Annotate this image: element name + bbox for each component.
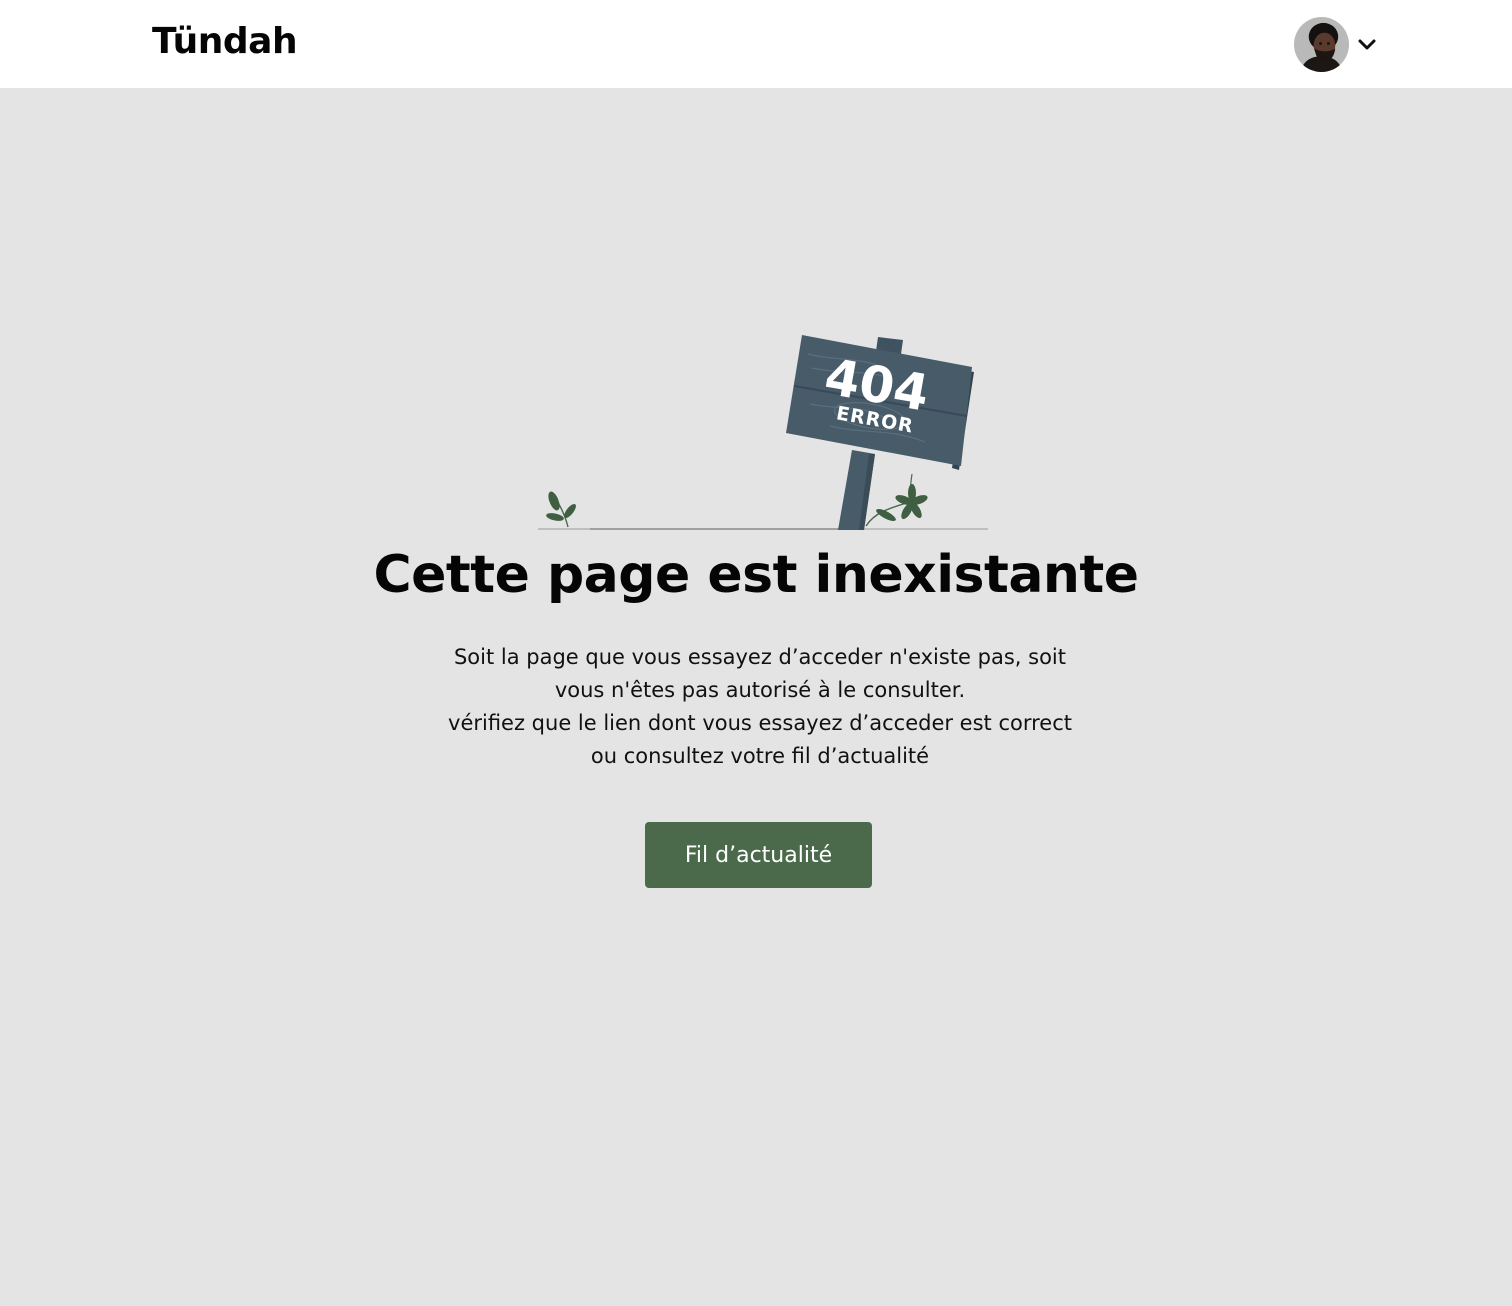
error-404-illustration: 404 ERROR [538,335,988,530]
message-line: vérifiez que le lien dont vous essayez d… [448,711,1072,735]
user-menu[interactable] [1294,16,1379,72]
error-message: Soit la page que vous essayez d’acceder … [440,641,1080,773]
message-line: ou consultez votre fil d’actualité [590,744,930,768]
page-title: Cette page est inexistante [373,545,1139,605]
top-bar: Tündah [0,0,1512,88]
user-avatar[interactable] [1294,16,1349,72]
chevron-down-icon[interactable] [1355,32,1379,56]
message-line: Soit la page que vous essayez d’acceder … [453,645,1067,669]
sign-board: 404 ERROR [786,335,974,470]
app-logo[interactable]: Tündah [152,18,298,66]
left-plant-icon [546,491,576,528]
right-plant-icon [865,473,928,527]
news-feed-button[interactable]: Fil d’actualité [645,822,872,888]
message-line: vous n'êtes pas autorisé à le consulter. [554,678,966,702]
